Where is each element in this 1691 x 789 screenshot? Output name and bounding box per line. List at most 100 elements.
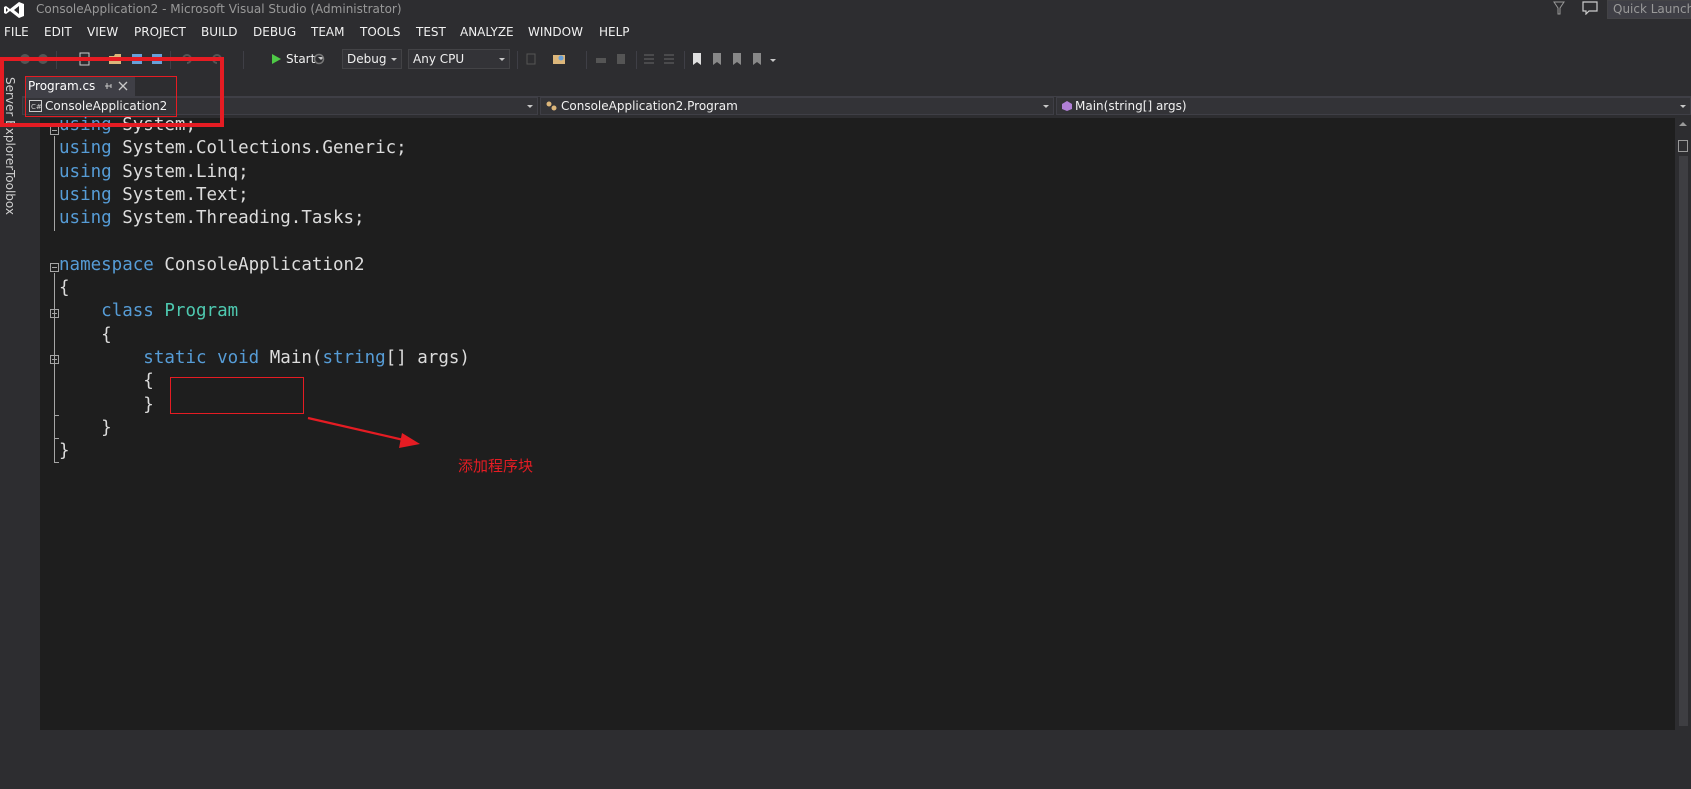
find-in-files-icon[interactable] bbox=[552, 52, 566, 66]
class-dropdown[interactable]: ConsoleApplication2.Program bbox=[540, 97, 1054, 115]
code-line[interactable]: using System.Linq; bbox=[59, 161, 470, 184]
keyword-token: void bbox=[217, 347, 260, 368]
menu-file[interactable]: FILE bbox=[4, 25, 29, 39]
keyword-token: using bbox=[59, 208, 112, 229]
keyword-token: using bbox=[59, 138, 112, 159]
code-token: System.Linq; bbox=[111, 161, 249, 182]
code-token: { bbox=[59, 324, 112, 345]
comment-lines-icon[interactable] bbox=[642, 52, 656, 66]
menu-build[interactable]: BUILD bbox=[201, 25, 237, 39]
vertical-scrollbar[interactable] bbox=[1675, 118, 1691, 730]
code-line[interactable]: { bbox=[59, 277, 470, 300]
code-token: System.Threading.Tasks; bbox=[111, 208, 365, 229]
annotation-label: 添加程序块 bbox=[458, 457, 534, 475]
menu-tools[interactable]: TOOLS bbox=[360, 25, 401, 39]
method-icon bbox=[1062, 101, 1072, 111]
code-line[interactable]: using System.Threading.Tasks; bbox=[59, 207, 470, 230]
uncomment-lines-icon[interactable] bbox=[662, 52, 676, 66]
start-label: Start bbox=[286, 52, 316, 66]
code-token: ConsoleApplication2 bbox=[153, 254, 365, 275]
menu-project[interactable]: PROJECT bbox=[134, 25, 186, 39]
annotation-code-box bbox=[170, 377, 304, 414]
solution-platform-value: Any CPU bbox=[413, 52, 465, 66]
collapse-namespace-icon[interactable] bbox=[50, 263, 59, 272]
standard-toolbar: Start Debug Any CPU bbox=[0, 46, 1691, 72]
chevron-down-icon bbox=[527, 105, 533, 108]
document-tab-strip: Program.cs bbox=[22, 75, 1691, 97]
member-dropdown[interactable]: Main(string[] args) bbox=[1056, 97, 1691, 115]
sync-icon[interactable] bbox=[614, 52, 628, 66]
solution-configuration-select[interactable]: Debug bbox=[342, 49, 402, 69]
toolbar-overflow-icon[interactable] bbox=[770, 59, 776, 62]
class-name: ConsoleApplication2.Program bbox=[561, 99, 738, 113]
menu-analyze[interactable]: ANALYZE bbox=[460, 25, 514, 39]
code-line[interactable]: { bbox=[59, 324, 470, 347]
annotation-tab-box bbox=[25, 76, 177, 117]
chevron-down-icon bbox=[1043, 105, 1049, 108]
attach-icon[interactable] bbox=[524, 52, 538, 66]
collapse-class-icon[interactable] bbox=[50, 309, 59, 318]
code-line[interactable]: class Program bbox=[59, 300, 470, 323]
solution-configuration-value: Debug bbox=[347, 52, 387, 66]
class-icon bbox=[546, 101, 557, 111]
notification-flag-icon[interactable] bbox=[1552, 1, 1566, 15]
chevron-down-icon bbox=[1680, 105, 1686, 108]
menu-window[interactable]: WINDOW bbox=[528, 25, 583, 39]
feedback-icon[interactable] bbox=[1582, 1, 1598, 15]
menu-bar: FILE EDIT VIEW PROJECT BUILD DEBUG TEAM … bbox=[0, 22, 1691, 42]
type-token: Program bbox=[164, 301, 239, 322]
code-token: System.Collections.Generic; bbox=[111, 138, 407, 159]
toolbar-separator bbox=[684, 51, 685, 69]
align-icon[interactable] bbox=[594, 52, 608, 66]
solution-platform-select[interactable]: Any CPU bbox=[408, 49, 510, 69]
toolbar-separator bbox=[586, 51, 587, 69]
member-name: Main(string[] args) bbox=[1075, 99, 1187, 113]
code-token: System.Text; bbox=[111, 184, 249, 205]
code-line[interactable] bbox=[59, 230, 470, 253]
menu-help[interactable]: HELP bbox=[599, 25, 630, 39]
fold-end bbox=[54, 415, 59, 416]
menu-view[interactable]: VIEW bbox=[87, 25, 118, 39]
scrollbar-thumb[interactable] bbox=[1679, 156, 1688, 726]
previous-bookmark-icon[interactable] bbox=[710, 52, 724, 66]
fold-guide bbox=[54, 273, 55, 463]
chevron-down-icon bbox=[499, 58, 505, 61]
split-editor-icon[interactable] bbox=[1678, 140, 1688, 152]
code-token: Main( bbox=[259, 347, 323, 368]
keyword-token: using bbox=[59, 184, 112, 205]
toolbar-separator bbox=[517, 51, 518, 69]
bookmark-icon[interactable] bbox=[690, 52, 704, 66]
keyword-token: namespace bbox=[59, 254, 154, 275]
code-token: { bbox=[59, 278, 70, 299]
code-line[interactable]: using System.Collections.Generic; bbox=[59, 137, 470, 160]
menu-edit[interactable]: EDIT bbox=[44, 25, 72, 39]
code-line[interactable]: namespace ConsoleApplication2 bbox=[59, 254, 470, 277]
code-line[interactable]: using System.Text; bbox=[59, 184, 470, 207]
code-token: } bbox=[59, 417, 112, 438]
editor-bottom-strip bbox=[22, 730, 1691, 789]
keyword-token: class bbox=[101, 301, 154, 322]
code-token: } bbox=[59, 441, 70, 462]
refresh-icon[interactable] bbox=[312, 52, 326, 66]
visual-studio-logo-icon bbox=[4, 2, 24, 18]
fold-guide bbox=[54, 136, 55, 231]
keyword-token: using bbox=[59, 161, 112, 182]
next-bookmark-icon[interactable] bbox=[730, 52, 744, 66]
quick-launch-placeholder: Quick Launch bbox=[1613, 2, 1691, 16]
code-line[interactable]: static void Main(string[] args) bbox=[59, 347, 470, 370]
code-token: [] args) bbox=[385, 347, 470, 368]
collapse-method-icon[interactable] bbox=[50, 355, 59, 364]
code-token: { bbox=[59, 371, 154, 392]
scroll-up-icon[interactable] bbox=[1679, 122, 1687, 126]
menu-team[interactable]: TEAM bbox=[311, 25, 344, 39]
chevron-down-icon bbox=[391, 58, 397, 61]
menu-debug[interactable]: DEBUG bbox=[253, 25, 296, 39]
toolbox-tab[interactable]: Toolbox bbox=[3, 170, 17, 215]
collapse-usings-icon[interactable] bbox=[50, 126, 59, 135]
menu-test[interactable]: TEST bbox=[416, 25, 446, 39]
quick-launch-input[interactable]: Quick Launch bbox=[1607, 0, 1691, 19]
clear-bookmarks-icon[interactable] bbox=[750, 52, 764, 66]
